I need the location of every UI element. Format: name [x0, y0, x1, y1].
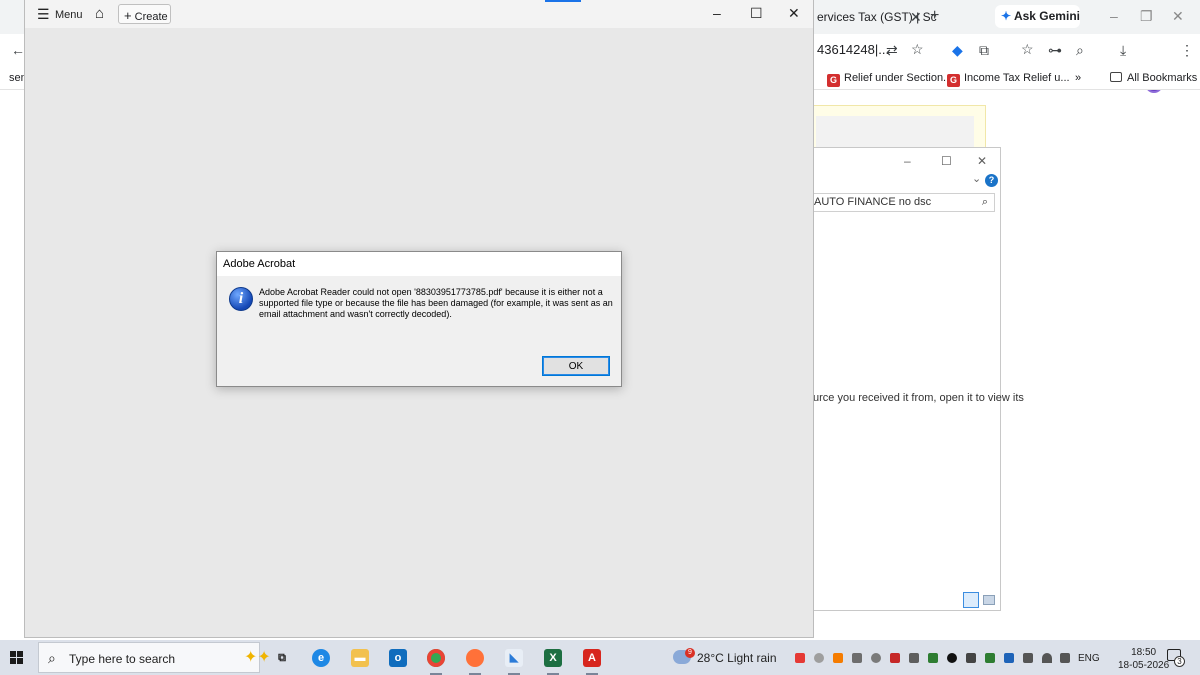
error-dialog: Adobe Acrobat i Adobe Acrobat Reader cou…: [216, 251, 622, 387]
tray-app-icon[interactable]: [947, 653, 957, 663]
acrobat-icon[interactable]: A: [583, 649, 601, 675]
minimize-icon[interactable]: –: [1110, 8, 1118, 24]
weather-badge: 9: [685, 648, 695, 658]
home-icon[interactable]: ⌂: [95, 5, 104, 22]
excel-icon[interactable]: X: [544, 649, 562, 675]
translate-icon[interactable]: ⇄: [886, 42, 898, 58]
preview-message: urce you received it from, open it to vi…: [813, 392, 1024, 404]
task-view-icon[interactable]: ⧉: [273, 649, 291, 667]
notification-center-icon[interactable]: 3: [1167, 649, 1185, 667]
hamburger-menu-icon[interactable]: ☰: [37, 6, 50, 23]
search-input[interactable]: AUTO FINANCE no dsc ⌕: [809, 193, 995, 212]
close-icon[interactable]: ✕: [1172, 8, 1184, 24]
chevron-down-icon[interactable]: ⌄: [972, 172, 981, 185]
title-accent: [545, 0, 581, 2]
tab-close-icon[interactable]: ✕: [910, 9, 922, 25]
maximize-icon[interactable]: ☐: [941, 154, 952, 168]
kebab-menu-icon[interactable]: ⋮: [1180, 42, 1194, 58]
tray-anydesk-icon[interactable]: [795, 653, 805, 663]
notification-count: 3: [1174, 656, 1185, 667]
preview-view-icon[interactable]: [983, 595, 995, 605]
chrome-icon[interactable]: [427, 649, 445, 675]
download-icon[interactable]: ⤓: [1120, 42, 1126, 58]
bookmark-item[interactable]: G Relief under Section...: [827, 72, 952, 87]
edge-icon[interactable]: e: [312, 649, 330, 667]
clock-time: 18:50: [1131, 647, 1157, 658]
battery-icon[interactable]: [1023, 653, 1033, 663]
search-icon: ⌕: [48, 650, 56, 666]
bookmarks-star-icon[interactable]: ☆: [1021, 41, 1034, 57]
new-tab-icon[interactable]: +: [930, 8, 939, 24]
minimize-icon[interactable]: –: [904, 154, 911, 168]
flutter-icon[interactable]: ◣: [505, 649, 523, 675]
close-icon[interactable]: ✕: [788, 5, 800, 22]
create-label: Create: [134, 11, 168, 23]
file-explorer-icon[interactable]: ▬: [351, 649, 369, 667]
taskbar-search-placeholder: Type here to search: [69, 652, 176, 666]
search-page-icon[interactable]: ⌕: [1076, 42, 1084, 58]
gst-favicon-icon: G: [827, 74, 840, 87]
more-bookmarks-chevron[interactable]: »: [1075, 72, 1081, 84]
gemini-sparkle-icon: ✦: [1001, 9, 1012, 23]
link-icon[interactable]: ⊶: [1048, 42, 1062, 58]
tray-app-icon[interactable]: [852, 653, 862, 663]
windows-start-icon[interactable]: [10, 651, 24, 665]
bluetooth-icon[interactable]: [1004, 653, 1014, 663]
language-indicator[interactable]: ENG: [1078, 653, 1100, 664]
menu-button[interactable]: Menu: [55, 9, 83, 21]
clock[interactable]: 18:50 18-05-2026: [1118, 646, 1169, 672]
ask-gemini-label: Ask Gemini: [1013, 9, 1080, 23]
back-arrow-icon[interactable]: ←: [11, 42, 25, 58]
tray-app-icon[interactable]: [909, 653, 919, 663]
tray-app-icon[interactable]: [928, 653, 938, 663]
tray-app-icon[interactable]: [833, 653, 843, 663]
plus-icon: +: [124, 8, 132, 23]
firefox-icon[interactable]: [466, 649, 484, 675]
address-bar-url[interactable]: 43614248|...: [817, 42, 889, 57]
extension-icon[interactable]: ◆: [952, 42, 963, 58]
sparkle-icon[interactable]: ✦✦: [244, 647, 271, 667]
windows-taskbar: ⌕ Type here to search ✦✦ ⧉ e ▬ o ◣ X A 2…: [0, 640, 1200, 675]
tray-app-icon[interactable]: [985, 653, 995, 663]
tray-app-icon[interactable]: [966, 653, 976, 663]
details-view-icon[interactable]: [963, 592, 979, 608]
restore-icon[interactable]: ❐: [1140, 8, 1153, 24]
taskbar-search-box[interactable]: ⌕ Type here to search ✦✦: [38, 642, 271, 673]
create-button[interactable]: + Create: [118, 4, 171, 24]
dialog-title: Adobe Acrobat: [223, 258, 296, 270]
weather-text: 28°C Light rain: [697, 651, 777, 665]
dialog-message: Adobe Acrobat Reader could not open '883…: [259, 287, 613, 319]
wifi-icon[interactable]: [1042, 653, 1052, 663]
tray-app-icon[interactable]: [890, 653, 900, 663]
ok-button[interactable]: OK: [542, 356, 610, 376]
close-icon[interactable]: ✕: [977, 154, 987, 168]
maximize-icon[interactable]: ☐: [750, 5, 763, 22]
bookmark-star-icon[interactable]: ☆: [911, 41, 924, 57]
help-icon[interactable]: ?: [985, 174, 998, 187]
bookmark-item[interactable]: G Income Tax Relief u...: [947, 72, 1070, 87]
ask-gemini-button[interactable]: ✦ Ask Gemini: [995, 5, 1080, 28]
tray-app-icon[interactable]: [814, 653, 824, 663]
volume-icon[interactable]: [1060, 653, 1070, 663]
dialog-titlebar[interactable]: Adobe Acrobat: [217, 252, 621, 276]
tray-app-icon[interactable]: [871, 653, 881, 663]
search-input-value: AUTO FINANCE no dsc: [814, 196, 932, 208]
all-bookmarks-button[interactable]: All Bookmarks: [1110, 72, 1197, 84]
clock-date: 18-05-2026: [1118, 660, 1170, 671]
folder-icon: [1110, 72, 1122, 82]
info-icon: i: [229, 287, 253, 311]
minimize-icon[interactable]: –: [713, 5, 721, 21]
acrobat-titlebar: ☰ Menu ⌂ + Create – ☐ ✕: [25, 0, 813, 28]
file-explorer-window: – ☐ ✕ ⌄ ? AUTO FINANCE no dsc ⌕ urce you…: [806, 147, 1024, 611]
gst-favicon-icon: G: [947, 74, 960, 87]
outlook-icon[interactable]: o: [389, 649, 407, 667]
search-icon[interactable]: ⌕: [982, 196, 988, 209]
puzzle-icon[interactable]: ⧉: [979, 42, 989, 58]
